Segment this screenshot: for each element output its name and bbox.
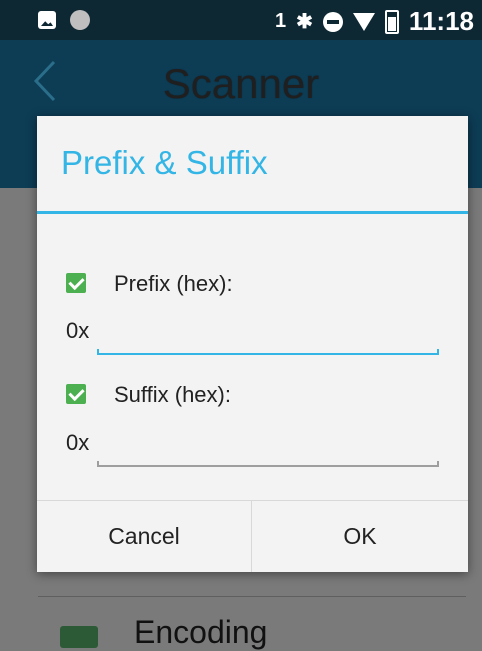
ok-button[interactable]: OK <box>252 501 468 572</box>
dialog-title-divider <box>37 211 468 214</box>
list-divider <box>38 596 466 597</box>
prefix-input-underline <box>97 349 439 355</box>
status-left-icons <box>38 10 90 30</box>
status-right-icons: 1 ✱ 11:18 <box>275 6 474 37</box>
prefix-suffix-dialog: Prefix & Suffix Prefix (hex): 0x Suffix … <box>37 116 468 572</box>
wifi-icon <box>352 12 375 31</box>
gallery-icon <box>38 11 56 29</box>
cancel-button[interactable]: Cancel <box>37 501 251 572</box>
do-not-disturb-icon <box>322 11 343 32</box>
sim-indicator: 1 <box>275 10 287 32</box>
suffix-input-underline <box>97 461 439 467</box>
record-dot-icon <box>70 10 90 30</box>
prefix-input[interactable] <box>97 325 439 355</box>
bluetooth-icon: ✱ <box>296 11 313 33</box>
barcode-icon <box>60 626 98 648</box>
status-time: 11:18 <box>408 6 474 36</box>
status-bar: 1 ✱ 11:18 <box>0 0 482 40</box>
battery-icon <box>384 9 399 34</box>
suffix-label: Suffix (hex): <box>114 382 231 407</box>
prefix-checkbox[interactable] <box>66 273 86 293</box>
suffix-input[interactable] <box>97 437 439 467</box>
page-title: Scanner <box>162 60 320 107</box>
list-item-encoding: Encoding <box>134 614 268 650</box>
prefix-hex-marker: 0x <box>66 318 90 343</box>
dialog-title: Prefix & Suffix <box>61 144 268 181</box>
suffix-checkbox[interactable] <box>66 384 86 404</box>
suffix-hex-marker: 0x <box>66 430 90 455</box>
prefix-label: Prefix (hex): <box>114 271 233 296</box>
